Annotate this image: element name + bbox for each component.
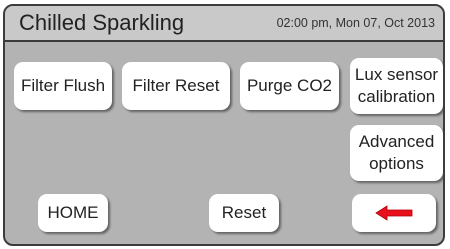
datetime-display: 02:00 pm, Mon 07, Oct 2013 bbox=[276, 16, 435, 30]
filter-flush-button[interactable]: Filter Flush bbox=[14, 62, 112, 110]
page-title: Chilled Sparkling bbox=[19, 10, 185, 35]
title-bar: Chilled Sparkling 02:00 pm, Mon 07, Oct … bbox=[5, 6, 443, 42]
advanced-options-label-line1: Advanced bbox=[358, 132, 435, 151]
filter-reset-button[interactable]: Filter Reset bbox=[122, 62, 230, 110]
lux-sensor-label-line2: calibration bbox=[357, 87, 436, 106]
home-button[interactable]: HOME bbox=[38, 194, 108, 232]
lux-sensor-label-line1: Lux sensor bbox=[354, 65, 439, 84]
panel-screen: Chilled Sparkling 02:00 pm, Mon 07, Oct … bbox=[3, 4, 445, 246]
red-left-arrow-icon bbox=[375, 205, 413, 221]
advanced-options-label-line2: options bbox=[369, 154, 424, 173]
lux-sensor-calibration-button[interactable]: Lux sensor calibration bbox=[350, 58, 443, 114]
purge-co2-button[interactable]: Purge CO2 bbox=[240, 62, 339, 110]
advanced-options-button[interactable]: Advanced options bbox=[350, 125, 443, 181]
back-button[interactable] bbox=[352, 194, 436, 232]
reset-button[interactable]: Reset bbox=[209, 194, 279, 232]
